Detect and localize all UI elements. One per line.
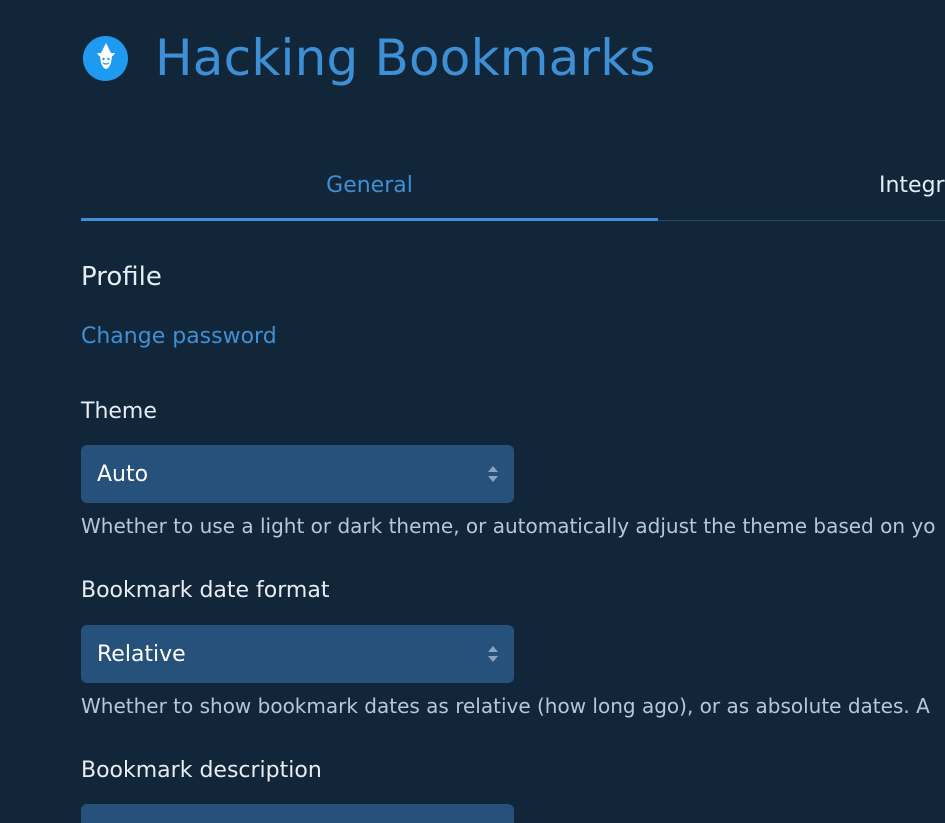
theme-help-text: Whether to use a light or dark theme, or… [81, 514, 936, 538]
date-format-select-value: Relative [97, 641, 186, 667]
tab-integrations[interactable]: Integr [658, 152, 945, 218]
theme-label: Theme [81, 399, 157, 424]
tab-integrations-label: Integr [879, 172, 945, 198]
app-title[interactable]: Hacking Bookmarks [155, 28, 656, 88]
tab-general[interactable]: General [81, 152, 658, 221]
theme-select[interactable]: Auto [81, 445, 514, 503]
profile-heading: Profile [81, 262, 162, 292]
theme-select-value: Auto [97, 461, 149, 487]
settings-tabs: General Integr [81, 152, 945, 221]
description-label: Bookmark description [81, 758, 322, 783]
select-arrows-icon [488, 466, 498, 482]
wizard-logo-icon[interactable] [83, 35, 128, 81]
change-password-link[interactable]: Change password [81, 324, 277, 349]
description-select[interactable] [81, 804, 514, 823]
app-header: Hacking Bookmarks [83, 28, 656, 88]
date-format-select[interactable]: Relative [81, 625, 514, 683]
date-format-label: Bookmark date format [81, 578, 330, 603]
select-arrows-icon [488, 646, 498, 662]
date-format-help-text: Whether to show bookmark dates as relati… [81, 694, 930, 718]
